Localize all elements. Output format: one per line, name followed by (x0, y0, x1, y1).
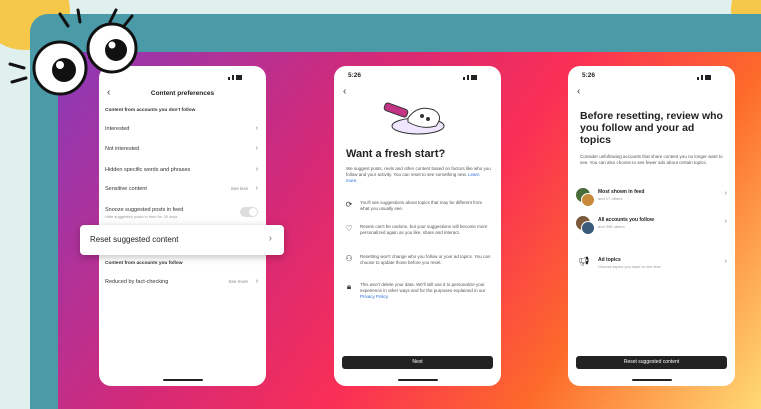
page-title: Before resetting, review who you follow … (580, 110, 723, 146)
home-indicator (631, 379, 672, 381)
people-icon: ⚇ (345, 254, 353, 263)
back-arrow-icon[interactable]: ‹ (343, 86, 346, 97)
chevron-right-icon: › (255, 278, 258, 285)
refresh-icon: ⟳ (345, 200, 353, 209)
chevron-right-icon: › (724, 218, 727, 225)
chevron-right-icon: › (255, 166, 258, 173)
next-button[interactable]: Next (342, 356, 493, 369)
row-label: Not interested (105, 146, 140, 152)
row-value: See less (230, 186, 248, 191)
back-arrow-icon[interactable]: ‹ (577, 86, 580, 97)
status-bar: 5:26 (348, 72, 489, 82)
row-label: All accounts you follow (598, 217, 654, 223)
signal-icon (461, 73, 489, 80)
row-sublabel: Choose topics you want to see less (598, 264, 661, 269)
page-title: Want a fresh start? (346, 148, 446, 160)
bullet-text: Resets can't be undone, but your suggest… (360, 224, 488, 235)
chevron-right-icon: › (724, 190, 727, 197)
section-header: Content from accounts you don't follow (105, 108, 196, 113)
cartoon-eyes-icon (8, 8, 138, 96)
row-label: Snooze suggested posts in feed (105, 207, 184, 213)
row-value: See more (228, 279, 248, 284)
status-time: 5:26 (348, 72, 362, 79)
snooze-toggle[interactable] (240, 207, 258, 217)
bullet-text: Resetting won't change who you follow or… (360, 254, 491, 265)
phone-review-before-reset: 5:26 ‹ Before resetting, review who you … (568, 66, 735, 386)
bullet-body: This won't delete your data. We'll still… (360, 282, 486, 293)
row-sublabel: Hide suggested posts in feed for 30 days (105, 214, 178, 219)
signal-icon (695, 73, 723, 80)
home-indicator (397, 379, 438, 381)
chevron-right-icon: › (255, 145, 258, 152)
row-fact-checking[interactable]: Reduced by fact-checking See more › (105, 278, 258, 285)
intro-text: Consider unfollowing accounts that share… (580, 154, 723, 165)
megaphone-icon: 📢︎ (578, 256, 590, 266)
row-label: Hidden specific words and phrases (105, 167, 191, 173)
status-bar: 5:26 (582, 72, 723, 82)
chevron-right-icon: › (724, 258, 727, 265)
signal-icon (226, 73, 254, 80)
row-label: Sensitive content (105, 186, 147, 192)
row-interested[interactable]: Interested › (105, 125, 258, 132)
avatar (581, 193, 595, 207)
privacy-policy-link[interactable]: Privacy Policy. (360, 294, 389, 299)
row-snooze-suggested: Snooze suggested posts in feed Hide sugge… (105, 207, 258, 219)
row-label: Ad topics (598, 257, 621, 263)
bullet-text: This won't delete your data. We'll still… (360, 282, 491, 300)
phone-fresh-start: 5:26 ‹ Want a fresh start? We suggest po… (334, 66, 501, 386)
avatar (581, 221, 595, 235)
row-label: Interested (105, 126, 130, 132)
most-shown-in-feed-row[interactable]: Most shown in feed and 17 others › (576, 188, 727, 207)
ad-topics-row[interactable]: 📢︎ Ad topics Choose topics you want to s… (576, 256, 727, 274)
intro-text: We suggest posts, reels and other conten… (346, 166, 491, 184)
home-indicator (162, 379, 203, 381)
paintbrush-illustration-icon (383, 102, 445, 135)
reset-suggested-content-button[interactable]: Reset suggested content (576, 356, 727, 369)
reset-suggested-content-row[interactable]: Reset suggested content › (80, 225, 284, 255)
row-sublabel: and 17 others (598, 196, 623, 201)
status-time: 5:26 (582, 72, 596, 79)
row-label: Reduced by fact-checking (105, 279, 169, 285)
section-header: Content from accounts you follow (105, 261, 183, 266)
chevron-right-icon: › (268, 233, 272, 244)
lock-icon: 🔒︎ (346, 282, 352, 291)
chevron-right-icon: › (255, 125, 258, 132)
row-label: Most shown in feed (598, 189, 645, 195)
row-hidden-words[interactable]: Hidden specific words and phrases › (105, 166, 258, 173)
row-not-interested[interactable]: Not interested › (105, 145, 258, 152)
bullet-text: You'll see suggestions about topics that… (360, 200, 483, 211)
chevron-right-icon: › (255, 185, 258, 192)
all-accounts-you-follow-row[interactable]: All accounts you follow and 308 others › (576, 216, 727, 235)
row-sublabel: and 308 others (598, 224, 625, 229)
row-sensitive-content[interactable]: Sensitive content See less › (105, 185, 258, 192)
heart-icon: ♡ (345, 224, 353, 233)
row-label: Reset suggested content (90, 235, 179, 244)
